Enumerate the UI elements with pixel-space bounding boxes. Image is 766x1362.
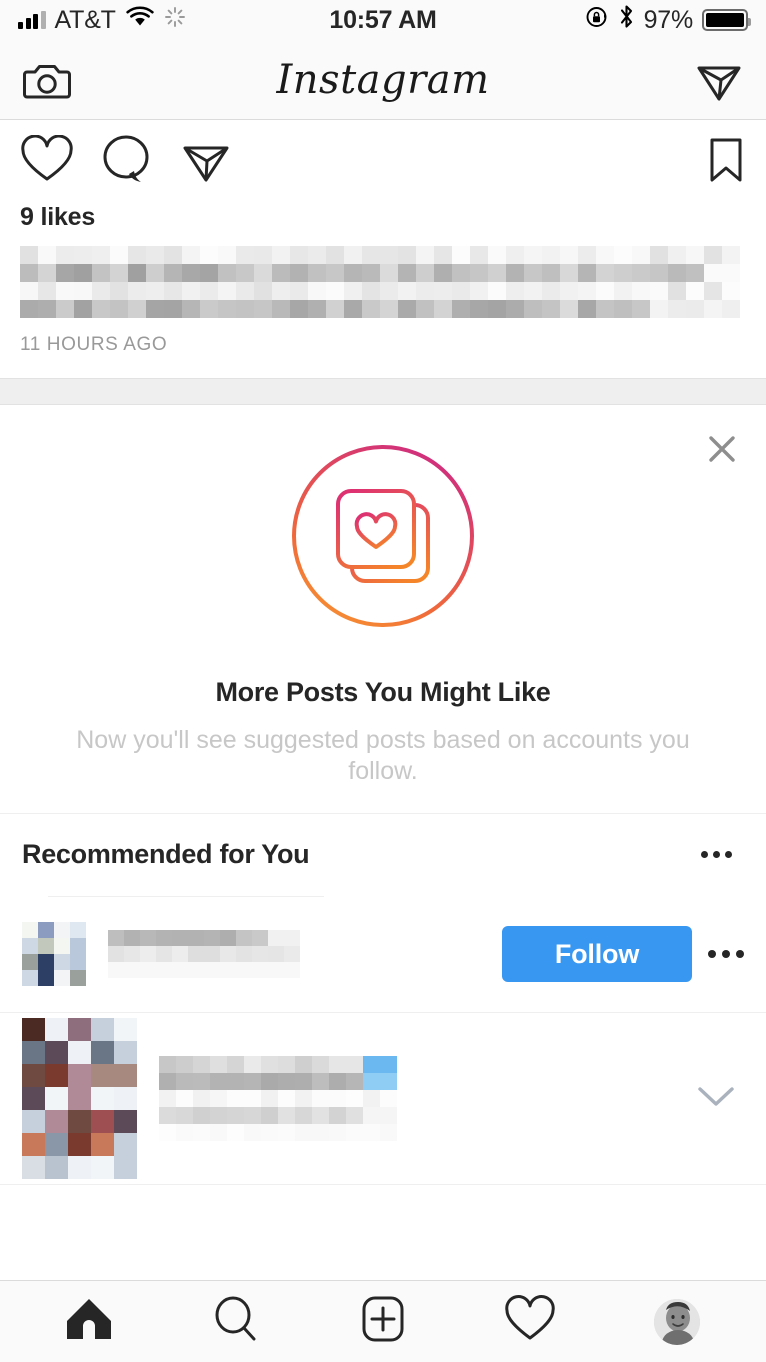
bookmark-icon[interactable] [706,135,746,190]
paper-plane-icon[interactable] [692,53,746,107]
feed-section-separator [0,378,766,405]
wifi-icon [125,5,155,35]
post-timestamp: 11 HOURS AGO [20,334,168,355]
bluetooth-icon [618,4,635,36]
chevron-down-icon[interactable] [694,1081,744,1116]
sidebar-item-search[interactable] [194,1287,278,1357]
activity-spinner-icon [164,6,186,35]
sidebar-item-profile[interactable] [635,1287,719,1357]
more-options-icon[interactable] [689,839,744,870]
like-count-label[interactable]: 9 likes [0,199,766,232]
rotation-lock-icon [585,5,609,36]
post-action-bar [0,120,766,199]
avatar [22,922,86,986]
suggested-posts-card: More Posts You Might Like Now you'll see… [0,405,766,813]
suggested-posts-badge [0,443,766,629]
carrier-label: AT&T [54,5,116,34]
close-x-icon[interactable] [700,427,744,471]
sidebar-item-activity[interactable] [488,1287,572,1357]
plus-square-icon [359,1294,407,1349]
recommended-account-row[interactable]: Follow [0,895,766,1013]
search-icon [212,1295,260,1348]
suggested-posts-title: More Posts You Might Like [215,677,551,707]
sidebar-item-home[interactable] [47,1287,131,1357]
preview-post-row[interactable] [0,1013,766,1185]
bottom-tab-bar [0,1280,766,1362]
post-thumbnail-redacted [22,1017,137,1179]
status-bar-clock: 10:57 AM [329,5,437,34]
post-text-redacted [159,1055,397,1141]
heart-icon[interactable] [20,134,74,190]
profile-avatar-icon [653,1298,700,1345]
comment-bubble-icon[interactable] [101,134,153,191]
battery-icon [702,9,751,31]
battery-percent-label: 97% [643,5,694,34]
camera-icon[interactable] [20,53,74,107]
instagram-app-screen: AT&T 10:57 AM 97% Instagram 9 likes 11 H… [0,0,766,1362]
home-icon [64,1296,114,1347]
suggested-posts-subtitle: Now you'll see suggested posts based on … [76,726,690,785]
post-caption-redacted [20,246,740,318]
feed-filler [0,1184,766,1280]
follow-button[interactable]: Follow [502,926,692,982]
stacked-photos-heart-icon [292,445,474,627]
status-bar: AT&T 10:57 AM 97% [0,0,766,40]
sidebar-item-create[interactable] [341,1287,425,1357]
paper-plane-icon[interactable] [180,134,232,191]
cellular-signal-icon [18,11,46,29]
recommended-section-title: Recommended for You [22,839,310,869]
more-options-icon[interactable] [692,950,744,958]
recommended-section-header: Recommended for You [0,814,766,896]
username-redacted [108,930,300,978]
app-header: Instagram [0,40,766,120]
heart-icon [504,1295,556,1348]
page-title: Instagram [276,56,490,103]
